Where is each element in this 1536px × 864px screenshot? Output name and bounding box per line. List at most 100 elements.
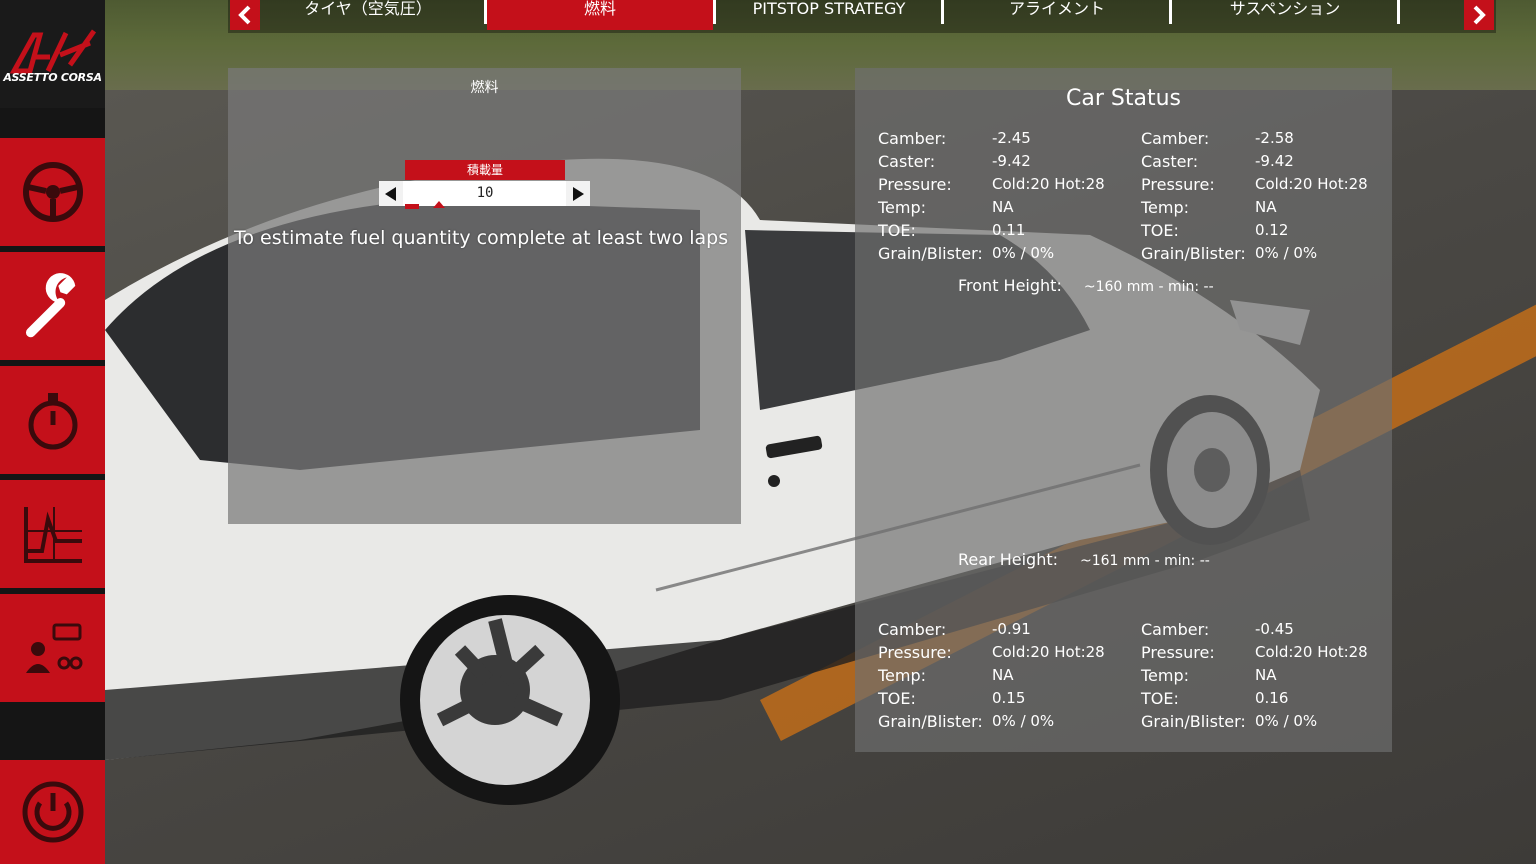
- stat-value: NA: [1255, 666, 1277, 684]
- stat-label: Temp:: [1141, 666, 1190, 685]
- stat-label: Temp:: [878, 198, 927, 217]
- fuel-slider-thumb[interactable]: [433, 201, 445, 208]
- stat-row: TOE: 0.11: [878, 219, 1138, 242]
- fuel-panel-title: 燃料: [470, 80, 499, 96]
- sidebar-item-power[interactable]: [0, 760, 105, 864]
- chart-icon: [23, 507, 82, 563]
- stat-row: Pressure: Cold:20 Hot:28: [1141, 641, 1401, 664]
- fuel-estimate-message: To estimate fuel quantity complete at le…: [234, 227, 729, 249]
- tab-next-button[interactable]: [1464, 0, 1494, 30]
- stat-value: 0.12: [1255, 221, 1289, 239]
- stat-value: NA: [1255, 198, 1277, 216]
- stat-row: TOE: 0.16: [1141, 687, 1401, 710]
- stat-value: 0% / 0%: [992, 712, 1055, 730]
- stat-row: Grain/Blister: 0% / 0%: [878, 242, 1138, 265]
- stat-row: Temp: NA: [878, 664, 1138, 687]
- stat-label: TOE:: [1141, 689, 1179, 708]
- stat-label: Camber:: [878, 129, 947, 148]
- tab-prev-button[interactable]: [230, 0, 260, 30]
- fuel-quantity-stepper[interactable]: 10: [379, 181, 590, 209]
- stat-row: Grain/Blister: 0% / 0%: [878, 710, 1138, 733]
- tab-tires[interactable]: タイヤ（空気圧）: [268, 0, 468, 26]
- wheel-front-right: Camber: -2.58 Caster: -9.42 Pressure: Cold:…: [1141, 127, 1401, 265]
- sidebar-item-setup[interactable]: [0, 252, 105, 360]
- fuel-increase-button[interactable]: [566, 181, 590, 206]
- fuel-load-label: 積載量: [405, 160, 565, 180]
- stat-label: Grain/Blister:: [1141, 244, 1246, 263]
- logo-mark-icon: [9, 29, 96, 73]
- stat-value: -2.45: [992, 129, 1031, 147]
- assetto-corsa-logo: ASSETTO CORSA: [0, 0, 105, 108]
- fuel-slider-fill: [405, 204, 419, 209]
- tab-separator: [1397, 0, 1400, 24]
- tab-pitstop-strategy[interactable]: PITSTOP STRATEGY: [716, 0, 942, 26]
- tab-fuel[interactable]: 燃料: [487, 0, 713, 30]
- stat-row: Pressure: Cold:20 Hot:28: [878, 641, 1138, 664]
- sidebar-item-timing[interactable]: [0, 366, 105, 474]
- tab-bar: タイヤ（空気圧） 燃料 PITSTOP STRATEGY アライメント サスペン…: [228, 0, 1496, 33]
- sidebar-item-steering[interactable]: [0, 138, 105, 246]
- stat-row: Camber: -2.58: [1141, 127, 1401, 150]
- front-height-label: Front Height:: [958, 276, 1062, 295]
- stat-value: -9.42: [992, 152, 1031, 170]
- stat-row: Camber: -0.91: [878, 618, 1138, 641]
- stat-row: Grain/Blister: 0% / 0%: [1141, 710, 1401, 733]
- stat-row: Temp: NA: [1141, 196, 1401, 219]
- front-height-value: ~160 mm - min: --: [1083, 279, 1214, 295]
- stat-value: 0.16: [1255, 689, 1289, 707]
- wheel-rear-right: Camber: -0.45 Pressure: Cold:20 Hot:28 Tem…: [1141, 618, 1401, 733]
- stat-label: Temp:: [878, 666, 927, 685]
- stat-value: -9.42: [1255, 152, 1294, 170]
- stat-label: Grain/Blister:: [878, 712, 983, 731]
- stat-value: 0% / 0%: [1255, 244, 1318, 262]
- stat-label: Pressure:: [878, 643, 952, 662]
- stopwatch-icon: [28, 393, 77, 450]
- stat-value: 0% / 0%: [1255, 712, 1318, 730]
- car-status-panel: Car Status Camber: -2.45 Caster: -9.42 Pre…: [855, 68, 1392, 752]
- fuel-quantity-value: 10: [476, 185, 494, 201]
- tab-alignment[interactable]: アライメント: [944, 0, 1170, 26]
- stat-label: Caster:: [878, 152, 936, 171]
- power-icon: [22, 781, 83, 843]
- triangle-right-icon: [573, 186, 584, 201]
- pit-crew-icon: [25, 623, 82, 673]
- rear-height: Rear Height: ~161 mm - min: --: [958, 550, 1210, 569]
- stat-row: Caster: -9.42: [878, 150, 1138, 173]
- stat-label: Grain/Blister:: [878, 244, 983, 263]
- tab-suspension[interactable]: サスペンション: [1172, 0, 1398, 26]
- chevron-right-icon: [1473, 5, 1486, 25]
- wrench-icon: [25, 273, 75, 338]
- stat-label: Camber:: [1141, 620, 1210, 639]
- sidebar-item-pitstop[interactable]: [0, 594, 105, 702]
- stat-row: Temp: NA: [878, 196, 1138, 219]
- stat-row: Grain/Blister: 0% / 0%: [1141, 242, 1401, 265]
- fuel-decrease-button[interactable]: [379, 181, 403, 206]
- stat-value: 0% / 0%: [992, 244, 1055, 262]
- stat-label: Camber:: [878, 620, 947, 639]
- stat-row: Pressure: Cold:20 Hot:28: [1141, 173, 1401, 196]
- stat-value: Cold:20 Hot:28: [992, 175, 1105, 193]
- sidebar-item-telemetry[interactable]: [0, 480, 105, 588]
- stat-label: Caster:: [1141, 152, 1199, 171]
- sidebar: ASSETTO CORSA: [0, 0, 105, 864]
- stat-value: -2.58: [1255, 129, 1294, 147]
- stat-row: Caster: -9.42: [1141, 150, 1401, 173]
- chevron-left-icon: [238, 5, 251, 25]
- rear-height-value: ~161 mm - min: --: [1080, 553, 1210, 569]
- stat-label: Grain/Blister:: [1141, 712, 1246, 731]
- stat-row: TOE: 0.12: [1141, 219, 1401, 242]
- stat-value: Cold:20 Hot:28: [992, 643, 1105, 661]
- stat-value: Cold:20 Hot:28: [1255, 175, 1368, 193]
- stat-row: Camber: -2.45: [878, 127, 1138, 150]
- stat-value: 0.11: [992, 221, 1026, 239]
- rear-height-label: Rear Height:: [958, 550, 1058, 569]
- wheel-rear-left: Camber: -0.91 Pressure: Cold:20 Hot:28 Tem…: [878, 618, 1138, 733]
- fuel-panel: 燃料 積載量 10 To estimate fuel quantity comp…: [228, 68, 741, 524]
- stat-value: NA: [992, 198, 1014, 216]
- car-status-title: Car Status: [1066, 86, 1181, 111]
- stat-value: 0.15: [992, 689, 1026, 707]
- logo-text: ASSETTO CORSA: [3, 70, 102, 84]
- triangle-left-icon: [385, 186, 396, 201]
- stat-label: Pressure:: [1141, 175, 1215, 194]
- front-height: Front Height: ~160 mm - min: --: [958, 276, 1214, 295]
